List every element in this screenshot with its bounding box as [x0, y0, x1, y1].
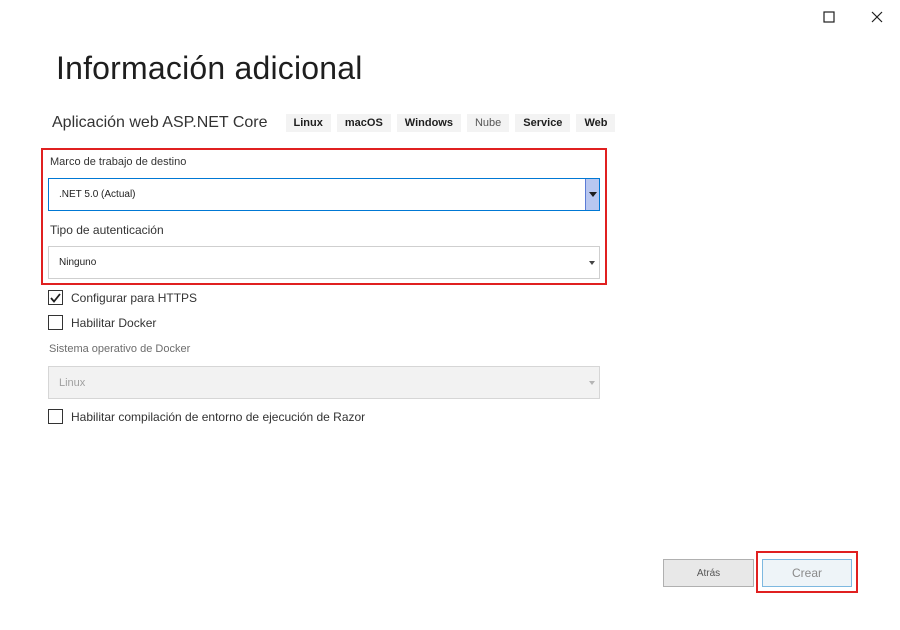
template-name: Aplicación web ASP.NET Core	[52, 114, 268, 131]
tag-linux: Linux	[285, 114, 331, 132]
docker-os-select: Linux	[48, 366, 600, 399]
chevron-down-icon	[589, 380, 595, 385]
https-checkbox-row[interactable]: Configurar para HTTPS	[48, 290, 197, 305]
tag-web: Web	[576, 114, 616, 132]
back-button[interactable]: Atrás	[663, 559, 754, 587]
template-summary: Aplicación web ASP.NET Core Linux macOS …	[52, 112, 621, 134]
framework-label: Marco de trabajo de destino	[50, 156, 187, 168]
docker-label: Habilitar Docker	[71, 315, 157, 330]
auth-type-dropdown-button[interactable]	[589, 247, 595, 278]
docker-os-dropdown-button	[589, 367, 595, 398]
create-button[interactable]: Crear	[762, 559, 852, 587]
maximize-icon	[823, 11, 835, 23]
maximize-button[interactable]	[818, 6, 840, 28]
https-checkbox[interactable]	[48, 290, 63, 305]
framework-value: .NET 5.0 (Actual)	[59, 189, 136, 200]
docker-checkbox[interactable]	[48, 315, 63, 330]
page-title: Información adicional	[56, 50, 363, 86]
tag-macos: macOS	[336, 114, 391, 132]
auth-type-value: Ninguno	[59, 257, 97, 268]
framework-select[interactable]: .NET 5.0 (Actual)	[48, 178, 600, 211]
tag-service: Service	[515, 114, 571, 132]
docker-os-label: Sistema operativo de Docker	[49, 343, 191, 355]
auth-type-label: Tipo de autenticación	[50, 223, 164, 237]
close-button[interactable]	[866, 6, 888, 28]
chevron-down-icon	[588, 192, 597, 197]
docker-checkbox-row[interactable]: Habilitar Docker	[48, 315, 156, 330]
tag-cloud: Nube	[466, 114, 510, 132]
chevron-down-icon	[589, 260, 595, 265]
close-icon	[871, 11, 883, 23]
https-label: Configurar para HTTPS	[71, 290, 198, 305]
checkmark-icon	[50, 292, 61, 303]
auth-type-select[interactable]: Ninguno	[48, 246, 600, 279]
razor-checkbox[interactable]	[48, 409, 63, 424]
template-tags: Linux macOS Windows Nube Service Web	[285, 114, 622, 132]
razor-checkbox-row[interactable]: Habilitar compilación de entorno de ejec…	[48, 409, 365, 424]
framework-dropdown-button[interactable]	[585, 179, 599, 210]
tag-windows: Windows	[396, 114, 461, 132]
razor-label: Habilitar compilación de entorno de ejec…	[71, 409, 366, 424]
docker-os-value: Linux	[59, 376, 86, 389]
